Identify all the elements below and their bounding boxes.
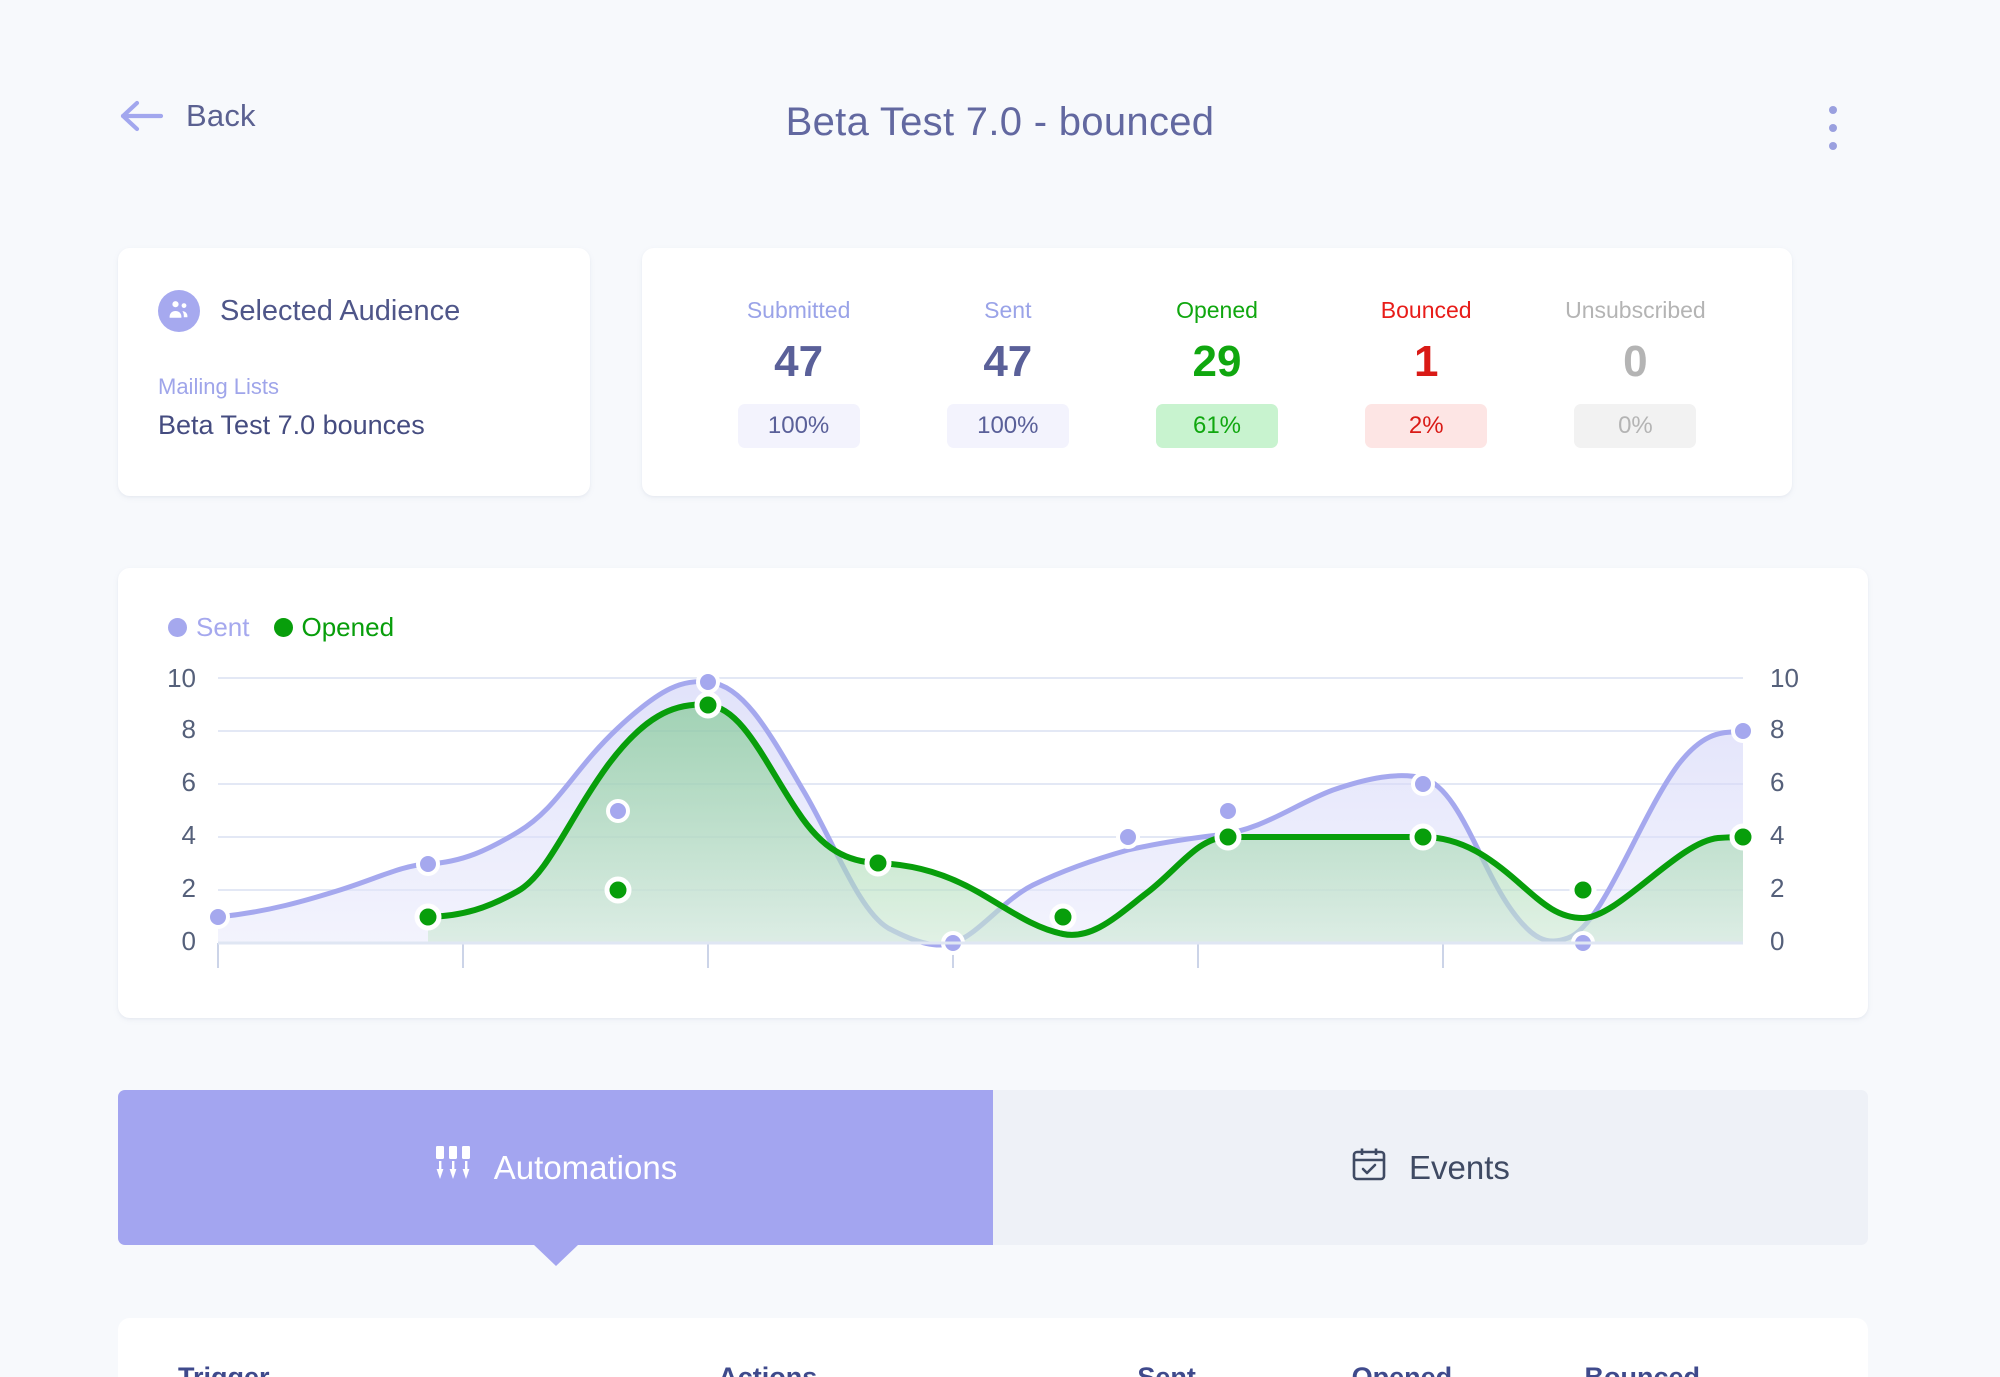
tab-label: Events bbox=[1409, 1148, 1510, 1186]
chart-y-axis-left: 0 2 4 6 8 10 bbox=[167, 663, 196, 956]
table-header-row: Trigger Actions Sent Opened Bounced bbox=[118, 1318, 1868, 1377]
people-group-icon bbox=[158, 290, 200, 332]
legend-item-opened[interactable]: Opened bbox=[273, 612, 395, 643]
back-button[interactable]: Back bbox=[118, 96, 256, 136]
y-tick-right: 10 bbox=[1770, 663, 1799, 693]
tab-automations[interactable]: Automations bbox=[118, 1090, 993, 1266]
kebab-menu-icon[interactable] bbox=[1816, 100, 1850, 156]
tab-label: Automations bbox=[493, 1148, 678, 1186]
engagement-area-chart: 0 2 4 6 8 10 0 2 4 6 8 10 bbox=[167, 663, 1799, 968]
stat-opened: Opened 29 61% bbox=[1112, 297, 1321, 448]
calendar-icon bbox=[1351, 1146, 1387, 1190]
automations-table: Trigger Actions Sent Opened Bounced bbox=[118, 1318, 1868, 1377]
column-header-trigger[interactable]: Trigger bbox=[178, 1362, 718, 1377]
stat-submitted: Submitted 47 100% bbox=[694, 297, 903, 448]
stat-unsubscribed: Unsubscribed 0 0% bbox=[1531, 297, 1740, 448]
chart-legend: Sent Opened bbox=[168, 612, 394, 643]
page-title: Beta Test 7.0 - bounced bbox=[785, 100, 1215, 144]
stat-badge: 61% bbox=[1156, 403, 1278, 448]
stat-label: Unsubscribed bbox=[1565, 296, 1706, 323]
legend-label: Sent bbox=[196, 612, 250, 642]
y-tick-left: 8 bbox=[182, 714, 196, 744]
tab-bar: Automations Events bbox=[118, 1090, 1868, 1266]
column-header-bounced[interactable]: Bounced bbox=[1584, 1362, 1808, 1377]
tab-active-caret bbox=[532, 1244, 579, 1266]
stat-value: 29 bbox=[1192, 336, 1242, 386]
y-tick-right: 6 bbox=[1770, 767, 1784, 797]
stat-value: 47 bbox=[983, 336, 1033, 386]
y-tick-right: 2 bbox=[1770, 873, 1784, 903]
y-tick-left: 0 bbox=[182, 926, 196, 956]
back-label: Back bbox=[186, 98, 256, 133]
kebab-dot bbox=[1829, 106, 1837, 114]
page-header: Back Beta Test 7.0 - bounced bbox=[0, 0, 2000, 200]
campaign-detail-page: Back Beta Test 7.0 - bounced Selected Au… bbox=[0, 0, 2000, 1377]
column-header-opened[interactable]: Opened bbox=[1352, 1362, 1585, 1377]
audience-title: Selected Audience bbox=[220, 294, 461, 327]
stat-badge: 100% bbox=[946, 403, 1069, 448]
stat-label: Sent bbox=[984, 296, 1032, 323]
arrow-left-icon bbox=[118, 96, 164, 136]
chart-y-axis-right: 0 2 4 6 8 10 bbox=[1770, 663, 1799, 956]
y-tick-right: 4 bbox=[1770, 820, 1784, 850]
stat-badge: 100% bbox=[737, 403, 860, 448]
y-tick-left: 4 bbox=[182, 820, 196, 850]
legend-item-sent[interactable]: Sent bbox=[168, 612, 250, 643]
column-header-sent[interactable]: Sent bbox=[1137, 1362, 1351, 1377]
stat-label: Submitted bbox=[746, 296, 851, 323]
legend-dot-opened-icon bbox=[273, 618, 293, 637]
selected-audience-card: Selected Audience Mailing Lists Beta Tes… bbox=[118, 248, 590, 496]
legend-label: Opened bbox=[301, 612, 395, 642]
kebab-dot bbox=[1829, 124, 1837, 132]
audience-header: Selected Audience bbox=[158, 290, 550, 332]
stat-value: 0 bbox=[1623, 336, 1648, 386]
stat-value: 1 bbox=[1413, 336, 1439, 386]
stats-summary-card: Submitted 47 100% Sent 47 100% Opened 29… bbox=[642, 248, 1792, 496]
tab-events[interactable]: Events bbox=[993, 1090, 1868, 1245]
stat-badge: 0% bbox=[1574, 403, 1697, 448]
stat-badge: 2% bbox=[1365, 403, 1488, 448]
y-tick-right: 0 bbox=[1770, 926, 1784, 956]
stat-bounced: Bounced 1 2% bbox=[1322, 297, 1531, 448]
y-tick-left: 2 bbox=[182, 873, 196, 903]
stat-label: Opened bbox=[1176, 296, 1258, 323]
y-tick-left: 10 bbox=[167, 663, 196, 693]
stat-value: 47 bbox=[774, 336, 824, 386]
stat-label: Bounced bbox=[1380, 296, 1472, 323]
mailing-list-name: Beta Test 7.0 bounces bbox=[158, 410, 425, 440]
sliders-icon bbox=[434, 1144, 472, 1192]
stat-sent: Sent 47 100% bbox=[903, 297, 1112, 448]
chart-x-ticks bbox=[217, 943, 1444, 968]
column-header-actions[interactable]: Actions bbox=[718, 1362, 1137, 1377]
y-tick-right: 8 bbox=[1770, 714, 1784, 744]
y-tick-left: 6 bbox=[182, 767, 196, 797]
legend-dot-sent-icon bbox=[168, 618, 187, 637]
kebab-dot bbox=[1829, 142, 1837, 150]
mailing-lists-label: Mailing Lists bbox=[158, 374, 280, 399]
